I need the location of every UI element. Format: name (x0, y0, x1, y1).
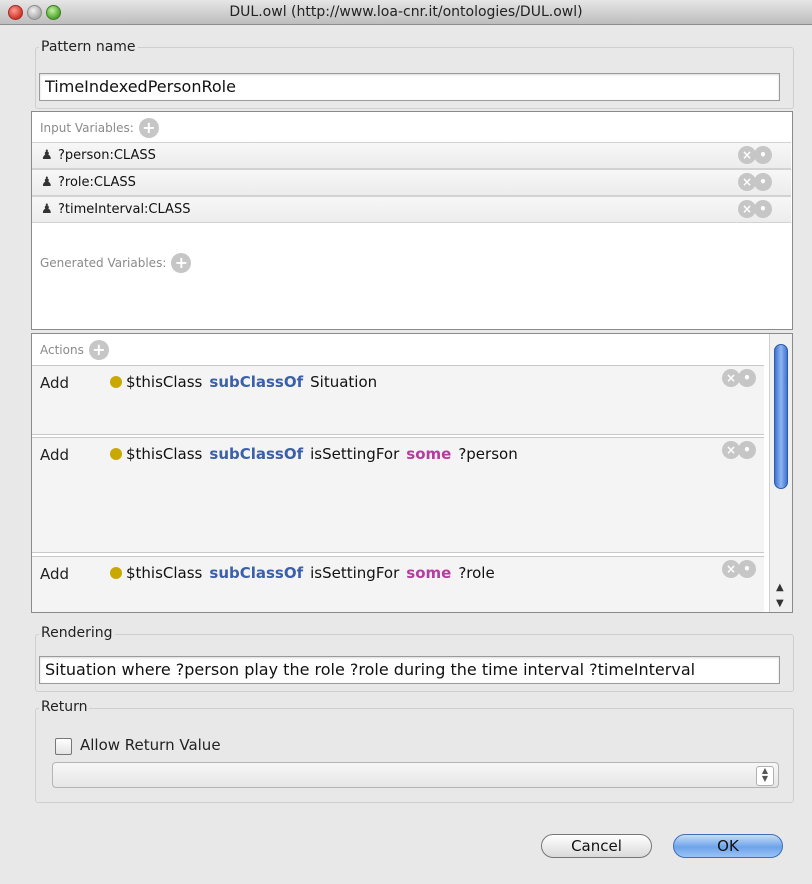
action-row[interactable]: Add $thisClass subClassOf isSettingFor s… (32, 556, 764, 612)
edit-icon[interactable]: • (754, 173, 772, 191)
edit-icon[interactable]: • (738, 560, 756, 578)
action-axiom: $thisClass subClassOf isSettingFor some … (110, 445, 518, 463)
generated-variables-label: Generated Variables: (40, 256, 167, 270)
pattern-name-input[interactable]: TimeIndexedPersonRole (39, 73, 780, 101)
axiom-subject: $thisClass (126, 564, 203, 582)
select-stepper-icon: ▲ ▼ (756, 766, 774, 786)
action-verb: Add (40, 446, 70, 464)
actions-scrollbar[interactable]: ▲ ▼ (769, 334, 792, 612)
allow-return-value-label[interactable]: Allow Return Value (80, 736, 221, 754)
add-generated-variable-button[interactable]: + (171, 253, 192, 273)
action-axiom: $thisClass subClassOf isSettingFor some … (110, 564, 495, 582)
person-icon: ♟ (41, 175, 53, 190)
rendering-label: Rendering (39, 625, 115, 641)
add-input-variable-button[interactable]: + (138, 118, 159, 138)
axiom-subject: $thisClass (126, 373, 203, 391)
pattern-name-label: Pattern name (39, 39, 138, 55)
axiom-operator: subClassOf (209, 445, 304, 463)
edit-icon[interactable]: • (738, 441, 756, 459)
input-variables-label: Input Variables: (40, 121, 134, 135)
edit-icon[interactable]: • (754, 200, 772, 218)
axiom-quantifier: some (406, 564, 452, 582)
axiom-dot-icon (110, 567, 122, 579)
return-group (35, 708, 794, 803)
scrollbar-thumb[interactable] (774, 344, 788, 489)
scroll-up-arrow-icon[interactable]: ▲ (776, 582, 784, 593)
action-row[interactable]: Add $thisClass subClassOf isSettingFor s… (32, 437, 764, 553)
return-value-select[interactable]: ▲ ▼ (52, 762, 779, 788)
input-variables-header: Input Variables: + (40, 118, 159, 138)
input-variable-row[interactable]: ♟ ?person:CLASS × • (32, 142, 791, 169)
variable-label: ?person:CLASS (58, 148, 156, 163)
variable-label: ?role:CLASS (58, 175, 136, 190)
actions-header: Actions + (40, 340, 109, 360)
add-action-button[interactable]: + (88, 340, 109, 360)
window-title: DUL.owl (http://www.loa-cnr.it/ontologie… (229, 4, 583, 20)
return-label: Return (39, 699, 90, 715)
variable-label: ?timeInterval:CLASS (58, 202, 191, 217)
action-verb: Add (40, 374, 70, 392)
axiom-property: isSettingFor (310, 445, 400, 463)
axiom-operator: subClassOf (209, 373, 304, 391)
axiom-object: Situation (310, 373, 378, 391)
axiom-variable: ?person (458, 445, 518, 463)
axiom-dot-icon (110, 448, 122, 460)
axiom-operator: subClassOf (209, 564, 304, 582)
generated-variables-header: Generated Variables: + (40, 253, 192, 273)
title-bar: DUL.owl (http://www.loa-cnr.it/ontologie… (0, 0, 812, 25)
actions-panel: Actions + Add $thisClass subClassOf Situ… (31, 333, 793, 613)
axiom-property: isSettingFor (310, 564, 400, 582)
axiom-dot-icon (110, 376, 122, 388)
rendering-input[interactable]: Situation where ?person play the role ?r… (39, 656, 780, 684)
action-axiom: $thisClass subClassOf Situation (110, 373, 377, 391)
cancel-button[interactable]: Cancel (541, 834, 652, 858)
ok-button[interactable]: OK (673, 834, 783, 858)
edit-icon[interactable]: • (738, 369, 756, 387)
scroll-down-arrow-icon[interactable]: ▼ (776, 598, 784, 609)
axiom-variable: ?role (458, 564, 495, 582)
edit-icon[interactable]: • (754, 146, 772, 164)
actions-label: Actions (40, 343, 84, 357)
input-variable-row[interactable]: ♟ ?timeInterval:CLASS × • (32, 196, 791, 223)
axiom-subject: $thisClass (126, 445, 203, 463)
person-icon: ♟ (41, 202, 53, 217)
axiom-quantifier: some (406, 445, 452, 463)
allow-return-value-checkbox[interactable] (55, 738, 72, 755)
action-row[interactable]: Add $thisClass subClassOf Situation × • (32, 365, 764, 435)
input-variable-row[interactable]: ♟ ?role:CLASS × • (32, 169, 791, 196)
action-verb: Add (40, 565, 70, 583)
person-icon: ♟ (41, 148, 53, 163)
variables-panel: Input Variables: + ♟ ?person:CLASS × • ♟… (31, 111, 793, 330)
